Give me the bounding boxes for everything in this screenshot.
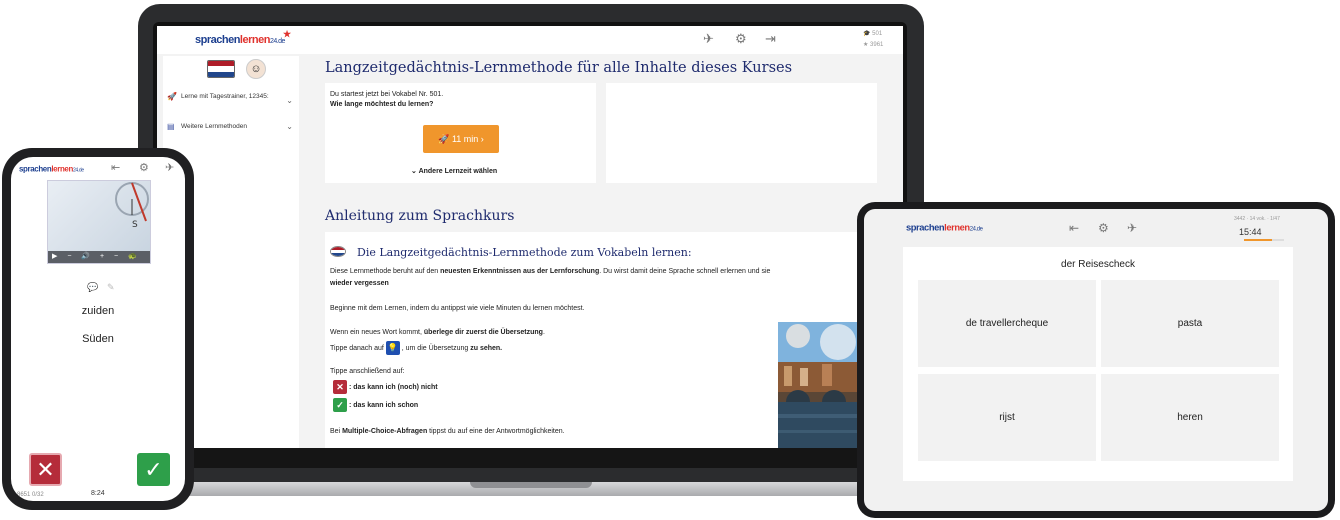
book-icon: ▤ [167,122,175,131]
guide-paragraph-3: Wenn ein neues Wort kommt, überlege dir … [330,329,545,336]
canal-illustration [778,322,860,448]
brand-logo[interactable]: sprachenlernen24.de [19,165,84,174]
star-icon: ★ [282,29,291,39]
top-header: sprachenlernen24.de★ ✈ ⚙ ⇥ 🎓 501 ★ 3961 [157,26,903,54]
device-showcase: sprachenlernen24.de★ ✈ ⚙ ⇥ 🎓 501 ★ 3961 … [0,0,1340,520]
section-title: Anleitung zum Sprachkurs [325,208,515,224]
chevron-down-icon: ⌄ [411,168,419,175]
phone-device: sprachenlernen24.de ⇤ ⚙ ✈ S ▶ − 🔊 + − 🐢 … [2,148,194,510]
duration-question: Wie lange möchtest du lernen? [330,101,434,108]
gear-icon[interactable]: ⚙ [139,161,149,174]
exit-icon[interactable]: ⇤ [1069,221,1079,235]
guide-paragraph-4: Tippe danach auf 💡 , um die Übersetzung … [330,341,502,355]
tablet-device: sprachenlernen24.de ⇤ ⚙ ✈ 3442 · 14 vok.… [857,202,1335,518]
phone-timer: 8:24 [91,490,105,497]
other-time-link[interactable]: ⌄ Andere Lernzeit wählen [411,167,497,175]
answer-option[interactable]: de travellercheque [918,280,1096,367]
guide-paragraph-1: Diese Lernmethode beruht auf den neueste… [330,268,771,275]
answer-option[interactable]: pasta [1101,280,1279,367]
guide-card: Die Langzeitgedächtnis-Lernmethode zum V… [325,232,903,448]
phone-stats: 8651 0/32 [17,492,44,498]
quiz-card: der Reisescheck de travellercheque pasta… [903,247,1293,481]
guide-title: Die Langzeitgedächtnis-Lernmethode zum V… [357,246,692,259]
avatar[interactable]: ☺ [246,59,266,79]
time-progress-fill [1244,239,1272,241]
brand-logo[interactable]: sprachenlernen24.de [906,223,983,233]
word-video[interactable]: S ▶ − 🔊 + − 🐢 + [47,180,151,272]
laptop-screen: sprachenlernen24.de★ ✈ ⚙ ⇥ 🎓 501 ★ 3961 … [157,26,903,448]
guide-paragraph-6: Bei Multiple-Choice-Abfragen tippst du a… [330,428,565,435]
video-controls[interactable]: ▶ − 🔊 + − 🐢 + [48,251,150,272]
exit-icon[interactable]: ⇤ [111,161,120,174]
points-count: ★ 3961 [863,42,884,48]
edit-icon[interactable]: ✎ [107,282,115,293]
dutch-flag-icon [330,246,346,257]
time-progress-bar [1244,239,1284,241]
laptop-notch [470,482,592,488]
answer-option[interactable]: rijst [918,374,1096,461]
sidebar-item-tagestrainer[interactable]: 🚀 Lerne mit Tagestrainer, 12345: ⌄ [167,92,295,112]
chat-icon[interactable]: 💬 [87,282,98,293]
vocab-count: 🎓 501 [863,31,883,37]
gear-icon[interactable]: ⚙ [1098,221,1109,235]
word-german: Süden [82,333,114,345]
compass-illustration: S [115,182,149,230]
start-card: Du startest jetzt bei Vokabel Nr. 501. W… [325,83,596,183]
guide-paragraph-1-end: wieder vergessen [330,280,389,287]
can-row: ✓ : das kann ich schon [333,398,418,412]
word-dutch: zuiden [81,305,115,317]
phone-screen: sprachenlernen24.de ⇤ ⚙ ✈ S ▶ − 🔊 + − 🐢 … [11,157,185,501]
answer-option[interactable]: heren [1101,374,1279,461]
start-11-min-button[interactable]: 🚀 11 min › [423,125,499,153]
lightbulb-icon: 💡 [385,341,400,355]
guide-paragraph-2: Beginne mit dem Lernen, indem du antipps… [330,305,585,312]
amsterdam-canal-image [778,322,860,448]
know-button[interactable]: ✓ [137,453,170,486]
guide-paragraph-5: Tippe anschließend auf: [330,368,405,375]
dont-know-button[interactable]: ✕ [29,453,62,486]
gear-icon[interactable]: ⚙ [735,31,747,47]
tablet-timer: 15:44 [1239,227,1262,237]
close-icon: ✕ [333,380,347,394]
dutch-flag-icon[interactable] [207,60,235,78]
chevron-down-icon: ⌄ [286,96,293,105]
logout-icon[interactable]: ⇥ [765,31,776,47]
start-info: Du startest jetzt bei Vokabel Nr. 501. [330,91,444,98]
svg-text:S: S [132,220,138,230]
quiz-prompt: der Reisescheck [1061,259,1135,270]
phone-status-bar: 8651 0/32 8:24 [11,490,185,501]
sidebar-item-weitere[interactable]: ▤ Weitere Lernmethoden ⌄ [167,122,295,134]
chevron-down-icon: ⌄ [286,122,293,131]
laptop-chin [153,448,907,468]
no-music-icon[interactable]: ✈ [1127,221,1137,235]
check-icon: ✓ [333,398,347,412]
no-music-icon[interactable]: ✈ [703,31,714,47]
no-music-icon[interactable]: ✈ [165,161,174,174]
cant-row: ✕ : das kann ich (noch) nicht [333,380,438,394]
rocket-icon: 🚀 [438,134,452,144]
rocket-icon: 🚀 [167,92,177,101]
empty-card [606,83,877,183]
page-title: Langzeitgedächtnis-Lernmethode für alle … [325,60,793,76]
tablet-stats: 3442 · 14 vok. · 1/47 [1234,216,1280,222]
brand-logo[interactable]: sprachenlernen24.de★ [195,29,293,46]
tablet-screen: sprachenlernen24.de ⇤ ⚙ ✈ 3442 · 14 vok.… [864,209,1328,511]
